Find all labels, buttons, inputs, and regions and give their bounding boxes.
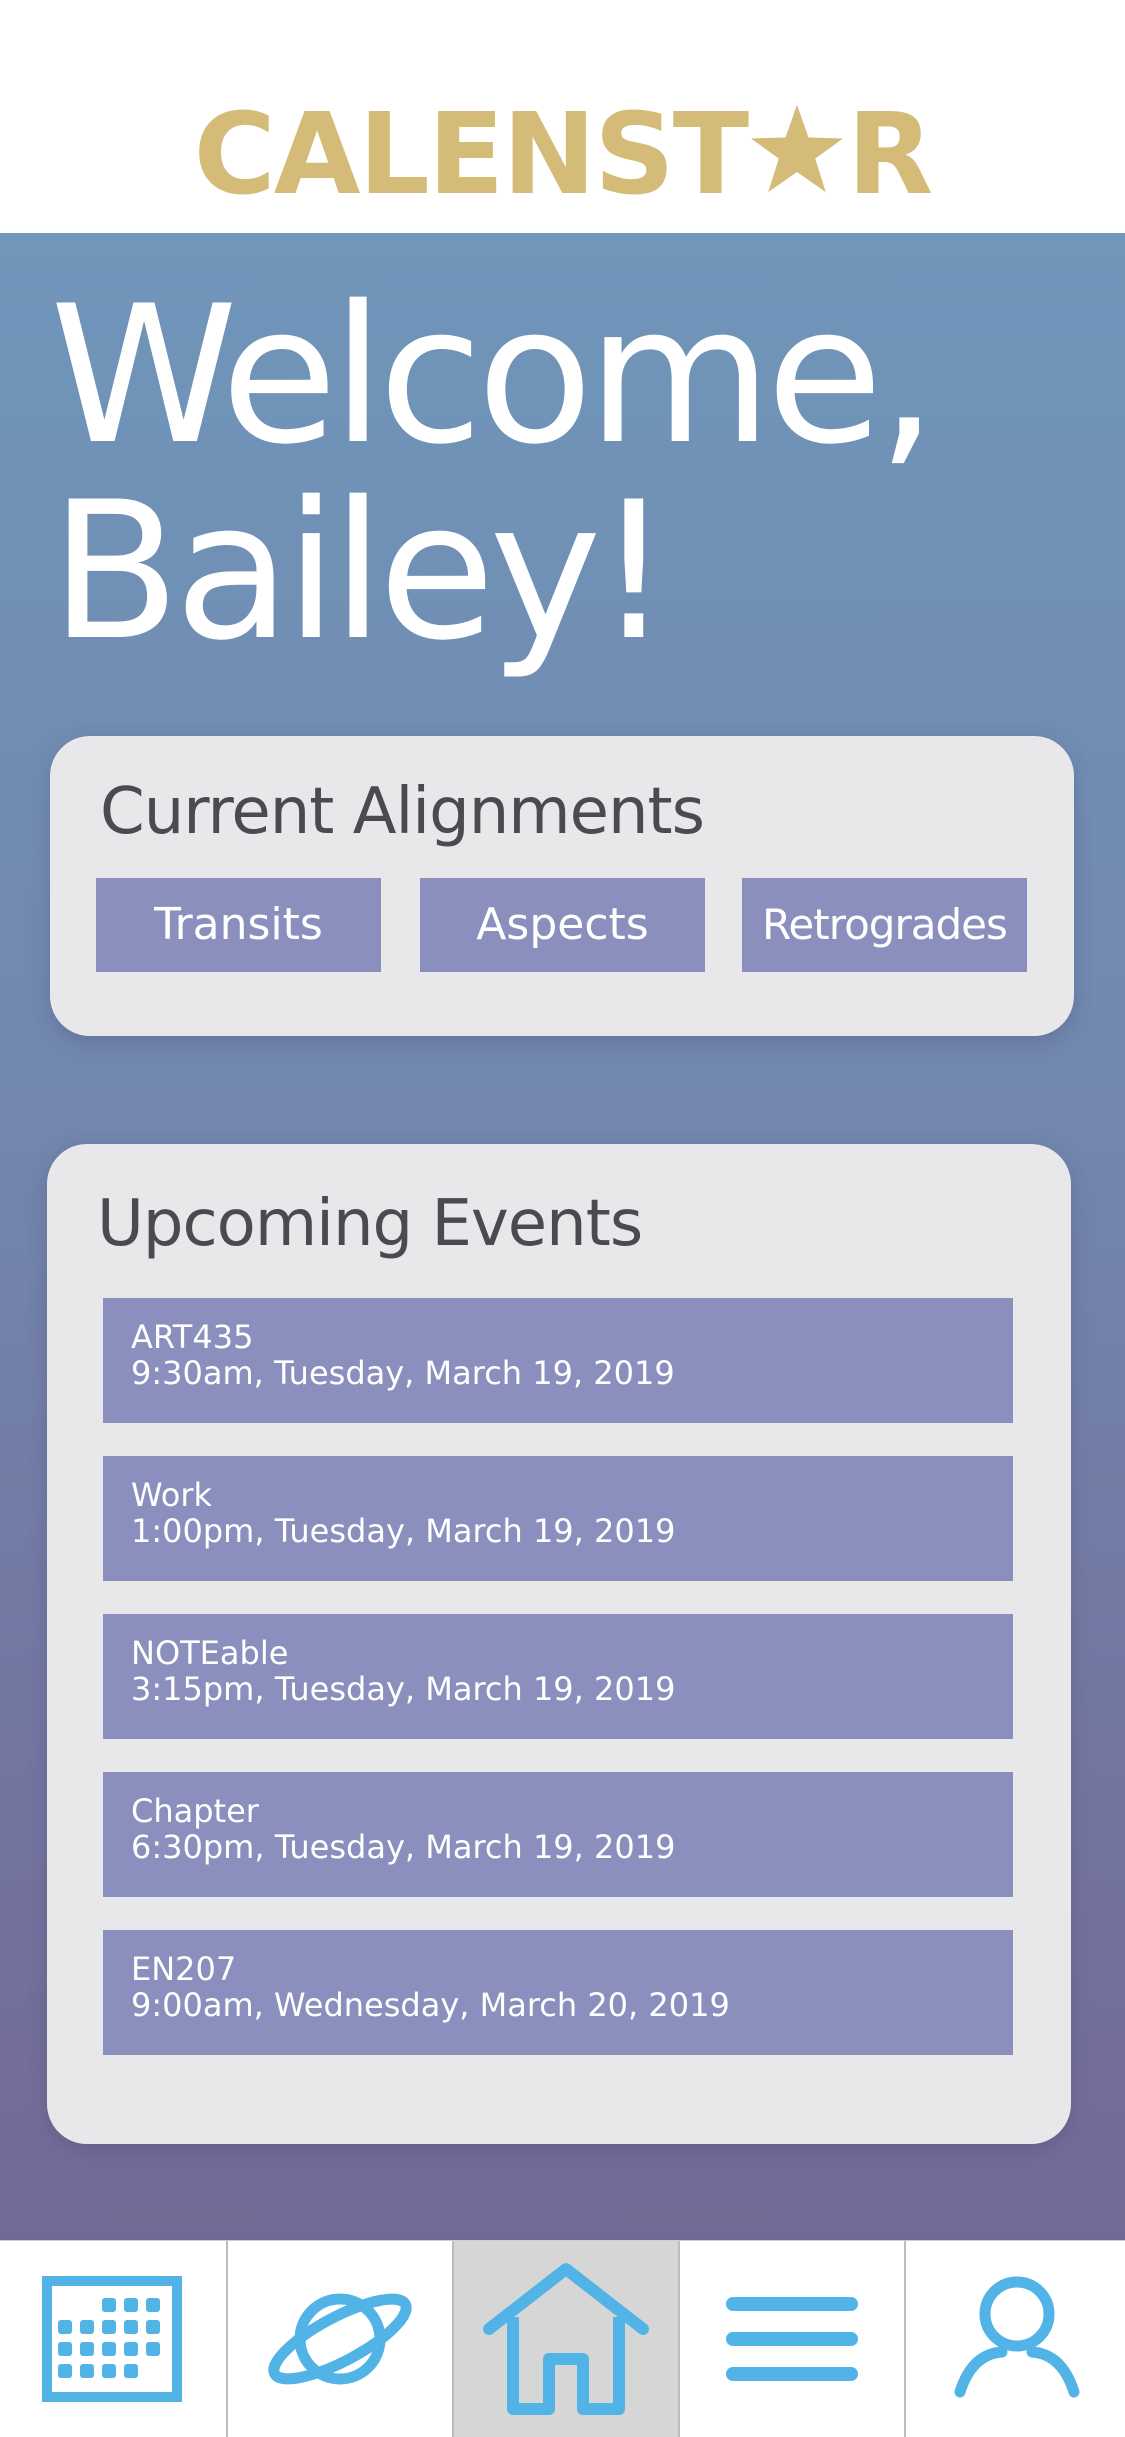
tab-planets[interactable] [226, 2241, 452, 2437]
event-time: 9:00am, Wednesday, March 20, 2019 [131, 1986, 730, 2024]
event-item[interactable]: Chapter 6:30pm, Tuesday, March 19, 2019 [103, 1772, 1013, 1897]
logo-text-prefix: CALENST [193, 90, 750, 220]
event-item[interactable]: EN207 9:00am, Wednesday, March 20, 2019 [103, 1930, 1013, 2055]
home-icon [483, 2263, 649, 2415]
tab-profile[interactable] [904, 2241, 1125, 2437]
app-header: CALENST R [0, 0, 1125, 233]
logo-text-suffix: R [847, 90, 933, 220]
tab-home[interactable] [452, 2241, 678, 2437]
event-time: 9:30am, Tuesday, March 19, 2019 [131, 1354, 675, 1392]
transits-button[interactable]: Transits [96, 878, 381, 972]
menu-icon [726, 2297, 858, 2381]
planet-icon [268, 2293, 412, 2385]
aspects-button[interactable]: Aspects [420, 878, 705, 972]
tab-calendar[interactable] [0, 2241, 224, 2437]
event-time: 6:30pm, Tuesday, March 19, 2019 [131, 1828, 676, 1866]
event-name: EN207 [131, 1950, 237, 1988]
event-time: 3:15pm, Tuesday, March 19, 2019 [131, 1670, 676, 1708]
current-alignments-card: Current Alignments Transits Aspects Retr… [50, 736, 1074, 1036]
current-alignments-title: Current Alignments [100, 775, 705, 849]
profile-icon [954, 2276, 1079, 2398]
welcome-heading: Welcome, Bailey! [50, 278, 1100, 670]
event-time: 1:00pm, Tuesday, March 19, 2019 [131, 1512, 676, 1550]
star-icon [749, 103, 845, 195]
event-item[interactable]: ART435 9:30am, Tuesday, March 19, 2019 [103, 1298, 1013, 1423]
event-item[interactable]: NOTEable 3:15pm, Tuesday, March 19, 2019 [103, 1614, 1013, 1739]
event-name: ART435 [131, 1318, 254, 1356]
retrogrades-button[interactable]: Retrogrades [742, 878, 1027, 972]
calenstar-logo: CALENST R [0, 95, 1125, 215]
event-item[interactable]: Work 1:00pm, Tuesday, March 19, 2019 [103, 1456, 1013, 1581]
event-name: Work [131, 1476, 213, 1514]
welcome-user-name: Bailey! [50, 461, 672, 682]
tab-menu[interactable] [678, 2241, 904, 2437]
upcoming-events-title: Upcoming Events [97, 1187, 643, 1261]
bottom-tab-bar [0, 2240, 1125, 2437]
event-name: Chapter [131, 1792, 259, 1830]
event-name: NOTEable [131, 1634, 289, 1672]
welcome-line-1: Welcome, [50, 265, 938, 486]
upcoming-events-card: Upcoming Events ART435 9:30am, Tuesday, … [47, 1144, 1071, 2144]
calendar-icon [42, 2276, 182, 2402]
